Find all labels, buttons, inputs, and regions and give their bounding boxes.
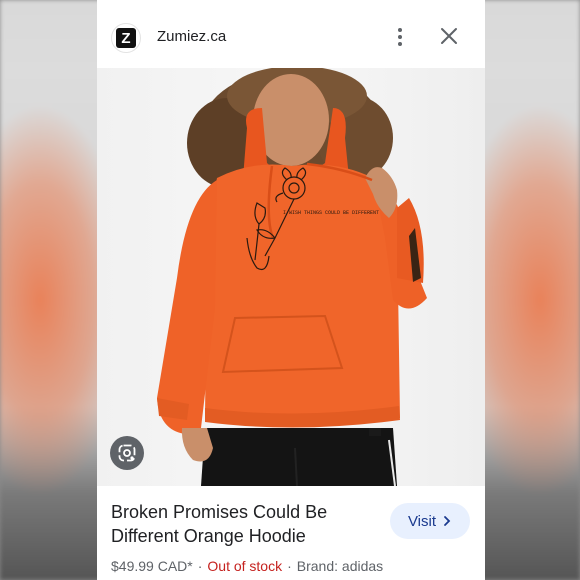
close-icon[interactable]: [437, 24, 461, 48]
preview-header: Z Zumiez.ca: [97, 0, 485, 68]
visit-button-label: Visit: [407, 512, 437, 530]
product-title[interactable]: Broken Promises Could Be Different Orang…: [111, 500, 371, 548]
product-meta: $49.99 CAD* · Out of stock · Brand: adidas: [111, 558, 481, 574]
zumiez-logo-icon: Z: [116, 28, 136, 48]
separator: ·: [197, 558, 203, 574]
chevron-right-icon: [444, 516, 451, 526]
brand: Brand: adidas: [296, 558, 384, 574]
product-preview-card: Z Zumiez.ca I WISH THINGS COULD BE DIFFE…: [97, 0, 485, 580]
site-name[interactable]: Zumiez.ca: [157, 28, 226, 45]
chest-print-text: I WISH THINGS COULD BE DIFFERENT: [283, 210, 379, 216]
site-favicon: Z: [111, 23, 141, 53]
price: $49.99 CAD*: [111, 558, 193, 574]
more-options-icon[interactable]: [390, 26, 410, 48]
separator: ·: [287, 558, 292, 574]
product-photo: I WISH THINGS COULD BE DIFFERENT: [157, 66, 427, 487]
product-image[interactable]: I WISH THINGS COULD BE DIFFERENT: [97, 66, 485, 487]
visit-button[interactable]: Visit: [390, 503, 470, 539]
lens-search-icon[interactable]: [110, 436, 144, 470]
stock-status: Out of stock: [207, 558, 283, 574]
